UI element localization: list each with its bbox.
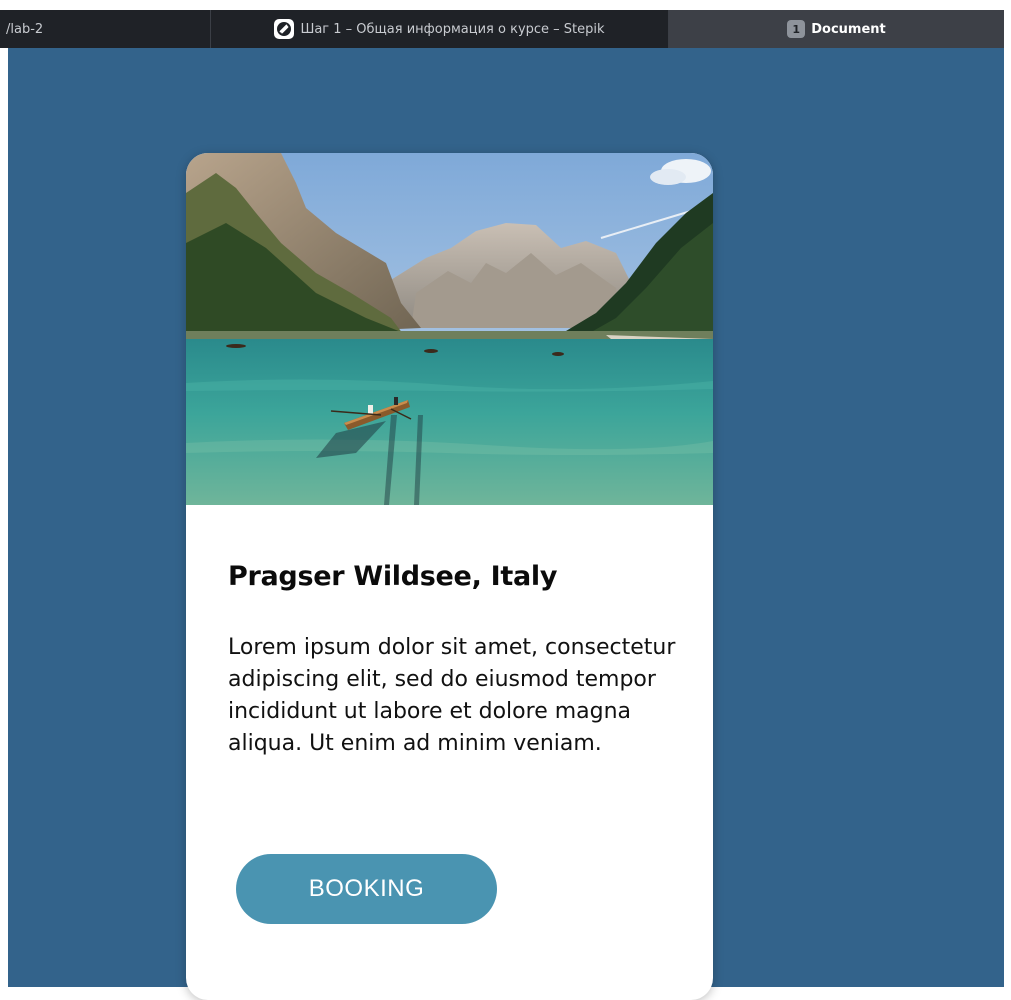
tab-count-badge: 1: [787, 20, 806, 38]
tab-label: /lab-2: [6, 21, 44, 37]
stepik-icon: [274, 19, 295, 39]
tab-label: Document: [811, 21, 886, 37]
browser-tab-bar: /lab-2 Шаг 1 – Общая информация о курсе …: [0, 10, 1004, 48]
tab-label: Шаг 1 – Общая информация о курсе – Stepi…: [300, 21, 605, 37]
destination-card: Pragser Wildsee, Italy Lorem ipsum dolor…: [186, 153, 713, 1000]
card-title: Pragser Wildsee, Italy: [228, 561, 558, 592]
tab-document[interactable]: 1 Document: [669, 10, 1004, 48]
tab-lab-2[interactable]: /lab-2: [0, 10, 211, 48]
tab-stepik[interactable]: Шаг 1 – Общая информация о курсе – Stepi…: [211, 10, 669, 48]
lake-photo: [186, 153, 713, 505]
page-viewport: Pragser Wildsee, Italy Lorem ipsum dolor…: [8, 48, 1004, 1000]
card-description: Lorem ipsum dolor sit amet, consectetur …: [228, 635, 676, 756]
booking-button[interactable]: BOOKING: [236, 854, 497, 924]
